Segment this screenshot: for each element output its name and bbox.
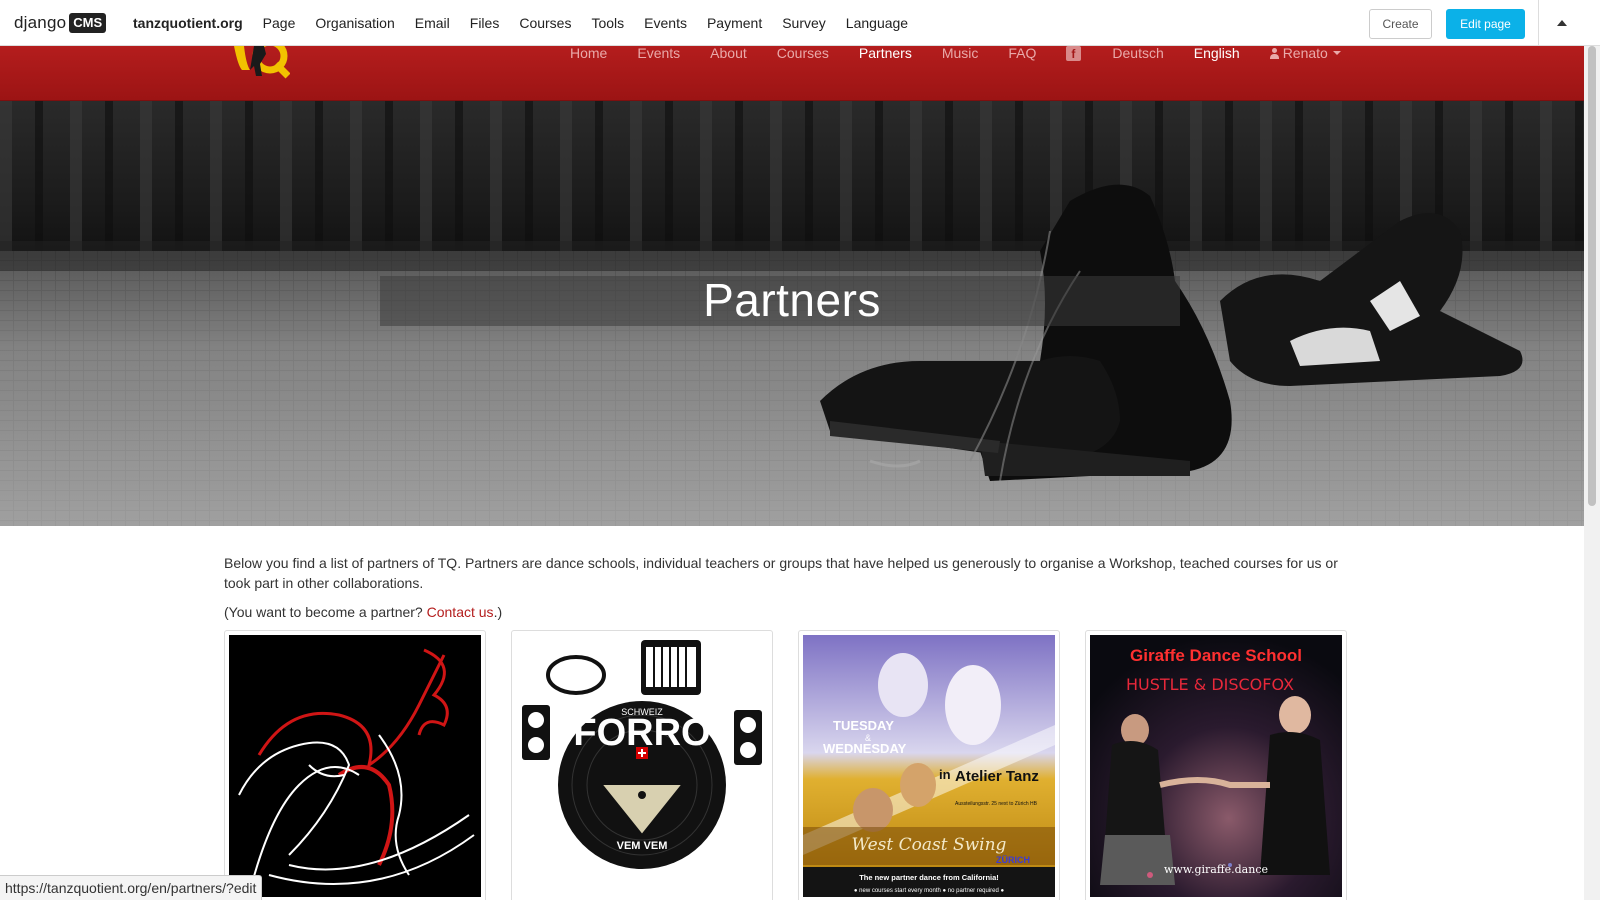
wcs-city: ZÜRICH [996, 855, 1030, 865]
wcs-wednesday: WEDNESDAY [823, 741, 907, 756]
user-icon [1269, 48, 1279, 59]
wcs-note: ● new courses start every month ● no par… [854, 888, 1005, 894]
scrollbar-thumb[interactable] [1588, 46, 1596, 506]
west-coast-swing-poster[interactable]: TUESDAY & WEDNESDAY in Atelier Tanz Auss… [803, 635, 1055, 897]
nav-item-music[interactable]: Music [942, 46, 979, 60]
become-prefix: (You want to become a partner? [224, 604, 427, 620]
nav-item-courses[interactable]: Courses [777, 46, 829, 60]
nav-lang-deutsch[interactable]: Deutsch [1112, 46, 1163, 60]
nav-item-faq[interactable]: FAQ [1008, 46, 1036, 60]
dancing-couple-logo[interactable] [229, 635, 481, 897]
main-nav: Home Events About Courses Partners Music… [570, 45, 1371, 61]
caret-down-icon [1332, 51, 1341, 55]
wcs-title: West Coast Swing [852, 835, 1007, 855]
cms-menu-events[interactable]: Events [634, 15, 697, 31]
wcs-venue: Atelier Tanz [955, 768, 1039, 785]
hero-banner: Partners [0, 101, 1584, 526]
partners-intro: Below you find a list of partners of TQ.… [224, 553, 1364, 622]
logo-text: django [14, 13, 67, 32]
nav-item-about[interactable]: About [710, 46, 747, 60]
nav-item-partners[interactable]: Partners [859, 46, 912, 60]
toolbar-collapse-button[interactable] [1538, 0, 1584, 46]
cms-menu-files[interactable]: Files [460, 15, 510, 31]
nav-item-events[interactable]: Events [637, 46, 680, 60]
user-menu[interactable]: Renato [1269, 45, 1341, 61]
giraffe-subtitle: HUSTLE & DISCOFOX [1126, 675, 1294, 694]
giraffe-url: www.giraffe.dance [1164, 863, 1268, 876]
facebook-icon[interactable] [1066, 46, 1082, 61]
become-suffix: .) [493, 604, 503, 620]
site-navbar: Home Events About Courses Partners Music… [0, 40, 1584, 101]
wcs-tuesday: TUESDAY [833, 718, 894, 733]
cms-menu-tools[interactable]: Tools [581, 15, 634, 31]
cms-toolbar: django CMS tanzquotient.org Page Organis… [0, 0, 1600, 46]
cms-menu: tanzquotient.org Page Organisation Email… [123, 0, 918, 46]
logo-badge: CMS [69, 13, 107, 33]
cms-menu-payment[interactable]: Payment [697, 15, 772, 31]
page-scrollbar[interactable] [1584, 46, 1600, 900]
cms-menu-organisation[interactable]: Organisation [305, 15, 404, 31]
forro-schweiz-text: SCHWEIZ [621, 707, 663, 717]
user-name: Renato [1282, 45, 1328, 61]
giraffe-dance-school-photo[interactable]: Giraffe Dance School HUSTLE & DISCOFOX w… [1090, 635, 1342, 897]
cms-menu-language[interactable]: Language [836, 15, 918, 31]
wcs-in: in [939, 767, 951, 782]
partner-card-2[interactable]: FORRÓ SCHWEIZ VEM VEM [511, 630, 773, 900]
status-bar-url: https://tanzquotient.org/en/partners/?ed… [0, 875, 263, 900]
cms-menu-page[interactable]: Page [253, 15, 306, 31]
giraffe-name: Giraffe Dance School [1130, 646, 1302, 665]
cms-menu-email[interactable]: Email [405, 15, 460, 31]
wcs-tagline: The new partner dance from California! [859, 873, 999, 882]
nav-lang-english[interactable]: English [1194, 46, 1240, 60]
tq-logo[interactable] [232, 40, 290, 82]
become-partner-paragraph: (You want to become a partner? Contact u… [224, 602, 1364, 622]
create-button[interactable]: Create [1369, 9, 1432, 39]
contact-us-link[interactable]: Contact us [427, 604, 494, 620]
forro-schweiz-logo[interactable]: FORRÓ SCHWEIZ VEM VEM [516, 635, 768, 897]
partner-card-4[interactable]: Giraffe Dance School HUSTLE & DISCOFOX w… [1085, 630, 1347, 900]
wcs-address: Aussteilungsstr. 25 next to Zürich HB [955, 801, 1038, 807]
django-cms-logo[interactable]: django CMS [14, 13, 107, 33]
nav-item-home[interactable]: Home [570, 46, 607, 60]
partner-card-1[interactable] [224, 630, 486, 900]
intro-paragraph: Below you find a list of partners of TQ.… [224, 555, 1338, 591]
cms-menu-survey[interactable]: Survey [772, 15, 836, 31]
partner-card-3[interactable]: TUESDAY & WEDNESDAY in Atelier Tanz Auss… [798, 630, 1060, 900]
cms-menu-site[interactable]: tanzquotient.org [123, 15, 253, 31]
page-title: Partners [703, 274, 881, 326]
forro-vem-vem-text: VEM VEM [617, 840, 668, 852]
partner-grid: FORRÓ SCHWEIZ VEM VEM TUESDAY & WEDNESDA… [224, 630, 1364, 900]
cms-menu-courses[interactable]: Courses [509, 15, 581, 31]
triangle-up-icon [1556, 20, 1567, 26]
edit-page-button[interactable]: Edit page [1446, 9, 1525, 39]
